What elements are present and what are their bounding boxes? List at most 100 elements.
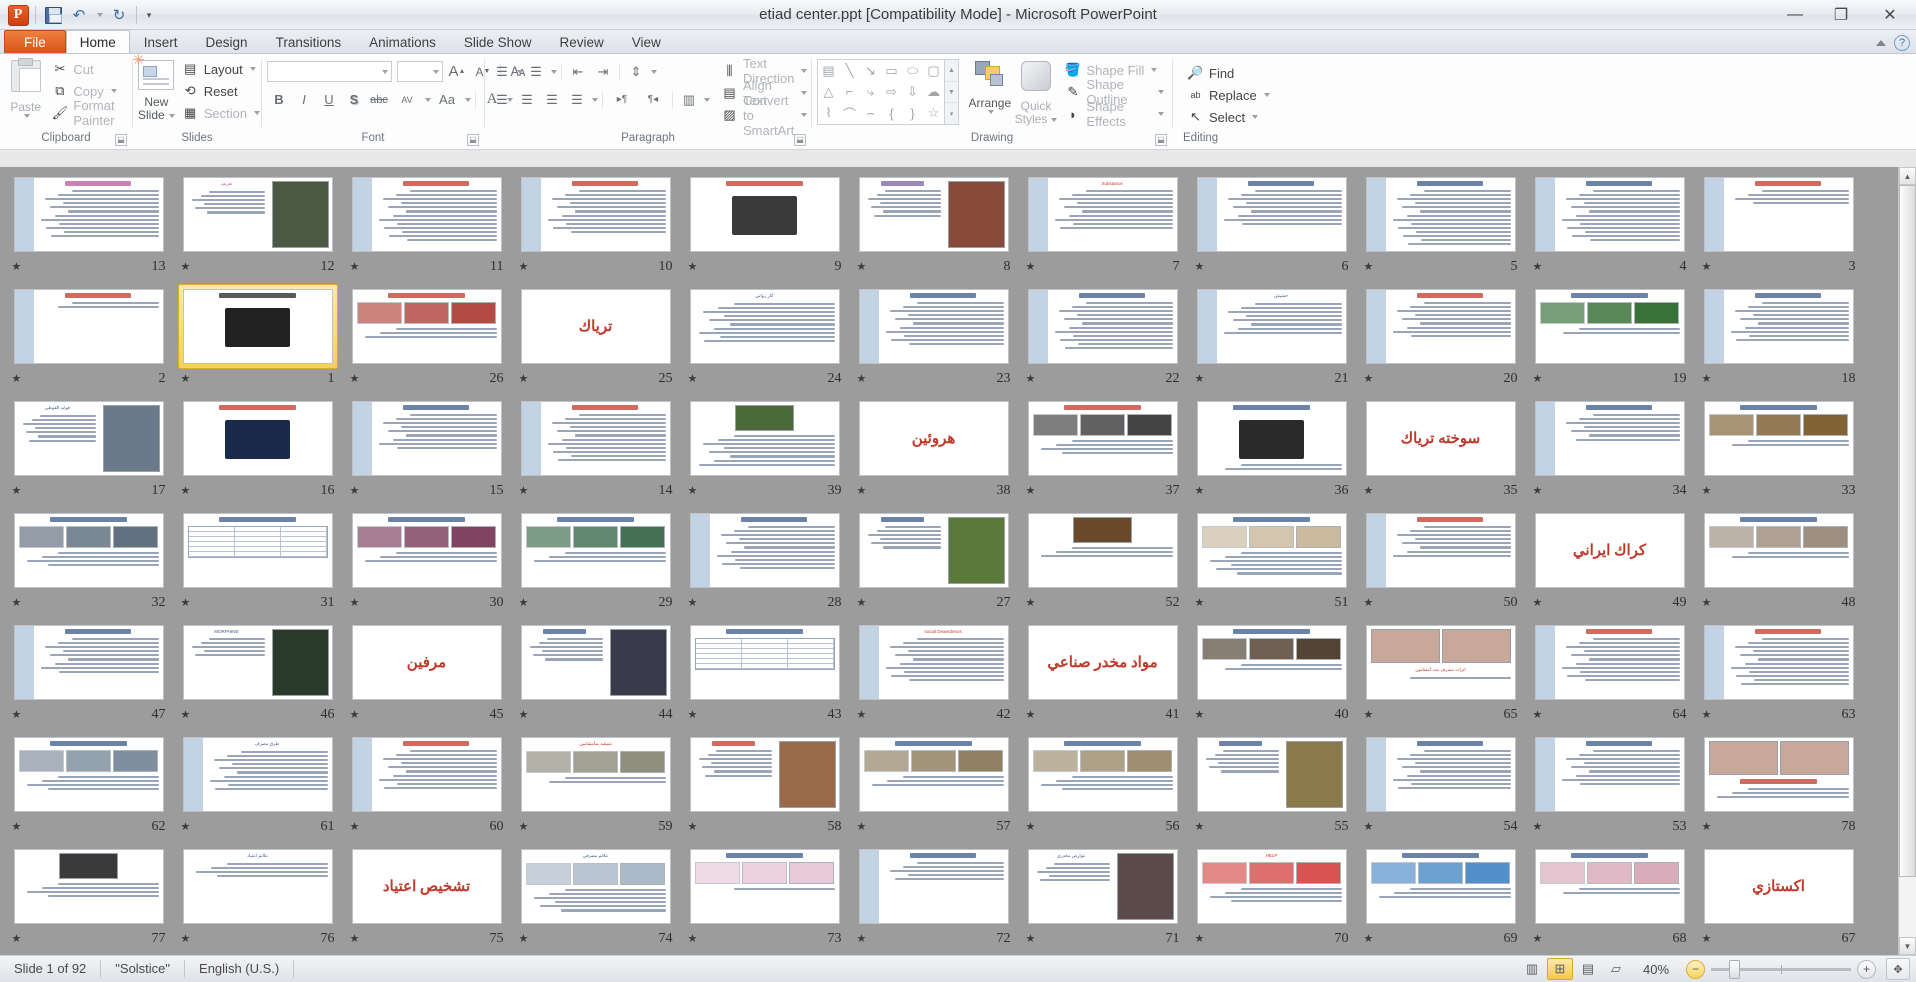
slide-thumbnail-frame[interactable] — [347, 732, 507, 817]
slide-thumbnail-frame[interactable]: مرفين — [347, 620, 507, 705]
chevron-down-icon[interactable] — [1151, 68, 1158, 72]
slide-thumbnail-frame[interactable] — [347, 396, 507, 481]
slide-thumbnail-56[interactable]: ★ 56 — [1018, 732, 1187, 842]
slide-thumbnail-19[interactable]: ★ 19 — [1525, 284, 1694, 394]
slide-thumbnail-24[interactable]: آثار رواني ★ 24 — [680, 284, 849, 394]
slide-preview[interactable] — [1196, 737, 1347, 812]
shape-arc-icon[interactable]: ⌢ — [866, 105, 875, 121]
transition-star-icon[interactable]: ★ — [688, 709, 698, 721]
slide-preview[interactable]: تشخيص اعتياد — [351, 849, 502, 924]
slide-preview[interactable] — [689, 401, 840, 476]
tab-slide-show[interactable]: Slide Show — [450, 30, 546, 53]
slide-preview[interactable] — [1027, 401, 1178, 476]
slide-thumbnail-frame[interactable] — [516, 508, 676, 593]
tab-design[interactable]: Design — [192, 30, 262, 53]
chevron-down-icon[interactable] — [1263, 93, 1270, 97]
zoom-track[interactable] — [1711, 959, 1851, 979]
slide-preview[interactable]: HELP — [1196, 849, 1347, 924]
select-button[interactable]: ↖ Select — [1184, 106, 1273, 128]
shape-scribble-icon[interactable]: ⌇ — [825, 105, 831, 121]
slide-thumbnail-36[interactable]: ★ 36 — [1187, 396, 1356, 506]
slide-preview[interactable] — [689, 625, 840, 700]
slide-thumbnail-61[interactable]: طرق مصرف ★ 61 — [173, 732, 342, 842]
slide-thumbnail-frame[interactable] — [854, 508, 1014, 593]
tab-view[interactable]: View — [618, 30, 675, 53]
slide-thumbnail-64[interactable]: ★ 64 — [1525, 620, 1694, 730]
transition-star-icon[interactable]: ★ — [181, 373, 191, 385]
language-indicator[interactable]: English (U.S.) — [185, 960, 295, 978]
transition-star-icon[interactable]: ★ — [1364, 485, 1374, 497]
transition-star-icon[interactable]: ★ — [350, 709, 360, 721]
slide-thumbnail-frame[interactable] — [1192, 620, 1352, 705]
justify-button[interactable]: ☰ — [565, 88, 589, 111]
increase-indent-button[interactable]: ⇥ — [591, 60, 615, 83]
slide-thumbnail-57[interactable]: ★ 57 — [849, 732, 1018, 842]
decrease-indent-button[interactable]: ⇤ — [566, 60, 590, 83]
transition-star-icon[interactable]: ★ — [350, 821, 360, 833]
slide-thumbnail-42[interactable]: social Deaerdenos ★ 42 — [849, 620, 1018, 730]
slide-preview[interactable] — [689, 849, 840, 924]
slide-preview[interactable] — [689, 177, 840, 252]
transition-star-icon[interactable]: ★ — [1026, 261, 1036, 273]
slide-preview[interactable] — [13, 625, 164, 700]
slide-thumbnail-71[interactable]: عوارض مخدري ★ 71 — [1018, 844, 1187, 954]
slide-thumbnail-38[interactable]: هروئين ★ 38 — [849, 396, 1018, 506]
slide-preview[interactable] — [1703, 401, 1854, 476]
slide-thumbnail-frame[interactable]: social Deaerdenos — [854, 620, 1014, 705]
powerpoint-app-button[interactable]: P — [6, 3, 30, 27]
transition-star-icon[interactable]: ★ — [1364, 821, 1374, 833]
slide-preview[interactable] — [182, 513, 333, 588]
transition-star-icon[interactable]: ★ — [1702, 597, 1712, 609]
slide-preview[interactable] — [351, 513, 502, 588]
minimize-button[interactable]: — — [1772, 0, 1818, 30]
transition-star-icon[interactable]: ★ — [1364, 373, 1374, 385]
slide-thumbnail-frame[interactable] — [516, 620, 676, 705]
clipboard-dialog-launcher[interactable]: ⬓ — [115, 134, 127, 146]
gallery-more-icon[interactable]: ▾ — [945, 103, 958, 124]
transition-star-icon[interactable]: ★ — [857, 261, 867, 273]
chevron-down-icon[interactable] — [704, 97, 710, 102]
slide-preview[interactable] — [13, 849, 164, 924]
slide-preview[interactable] — [858, 737, 1009, 812]
slide-thumbnail-frame[interactable] — [1361, 732, 1521, 817]
transition-star-icon[interactable]: ★ — [519, 485, 529, 497]
slide-preview[interactable] — [1027, 737, 1178, 812]
increase-font-size-button[interactable]: A ▲ — [445, 60, 469, 83]
transition-star-icon[interactable]: ★ — [688, 485, 698, 497]
numbering-button[interactable]: ☰ — [524, 60, 548, 83]
slide-preview[interactable] — [1703, 177, 1854, 252]
slide-thumbnail-frame[interactable] — [1023, 284, 1183, 369]
slide-preview[interactable] — [1365, 849, 1516, 924]
fit-slide-to-window-button[interactable]: ✥ — [1886, 958, 1910, 980]
slide-thumbnail-5[interactable]: ★ 5 — [1356, 172, 1525, 282]
slide-preview[interactable]: اثرات مصرف مت آمفتامين — [1365, 625, 1516, 700]
slide-preview[interactable] — [858, 849, 1009, 924]
zoom-slider[interactable]: − + — [1682, 959, 1880, 979]
paragraph-dialog-launcher[interactable]: ⬓ — [794, 134, 806, 146]
transition-star-icon[interactable]: ★ — [1026, 933, 1036, 945]
transition-star-icon[interactable]: ★ — [688, 373, 698, 385]
slide-thumbnail-76[interactable]: علائم اعتياد ★ 76 — [173, 844, 342, 954]
slide-thumbnail-frame[interactable]: اكستازي — [1699, 844, 1859, 929]
slide-preview[interactable] — [351, 401, 502, 476]
reset-button[interactable]: ⟲ Reset — [179, 80, 263, 102]
slide-thumbnail-26[interactable]: ★ 26 — [342, 284, 511, 394]
slide-preview[interactable] — [1534, 177, 1685, 252]
slide-thumbnail-frame[interactable] — [516, 396, 676, 481]
redo-button[interactable]: ↻ — [107, 3, 131, 27]
slide-preview[interactable] — [1534, 849, 1685, 924]
slide-thumbnail-frame[interactable]: Substance — [1023, 172, 1183, 257]
slide-thumbnail-frame[interactable] — [347, 172, 507, 257]
transition-star-icon[interactable]: ★ — [519, 373, 529, 385]
slide-preview[interactable] — [1365, 737, 1516, 812]
slide-preview[interactable] — [1703, 289, 1854, 364]
transition-star-icon[interactable]: ★ — [12, 709, 22, 721]
slide-thumbnail-55[interactable]: ★ 55 — [1187, 732, 1356, 842]
slide-thumbnail-72[interactable]: ★ 72 — [849, 844, 1018, 954]
chevron-down-icon[interactable] — [254, 111, 261, 115]
transition-star-icon[interactable]: ★ — [1195, 261, 1205, 273]
transition-star-icon[interactable]: ★ — [1702, 933, 1712, 945]
transition-star-icon[interactable]: ★ — [181, 485, 191, 497]
slide-preview[interactable] — [13, 513, 164, 588]
slide-thumbnail-29[interactable]: ★ 29 — [511, 508, 680, 618]
